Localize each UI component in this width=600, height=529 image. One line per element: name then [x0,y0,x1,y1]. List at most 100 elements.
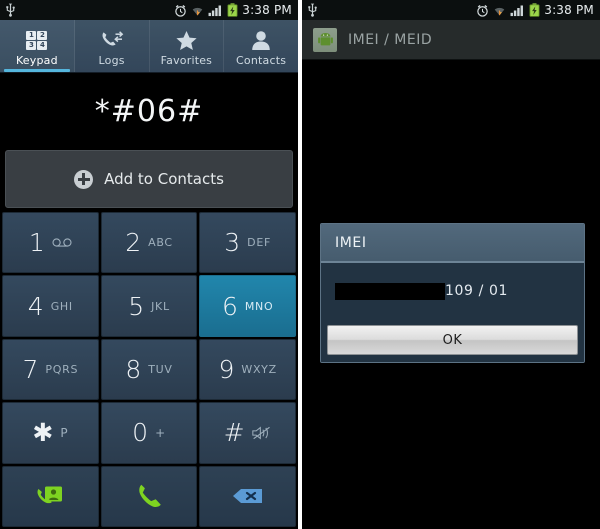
key-3-digit: 3 [224,228,241,258]
key-4[interactable]: 4 GHI [2,275,99,337]
tab-contacts[interactable]: Contacts [224,20,298,72]
usb-icon [308,3,317,17]
imei-screen-title: IMEI / MEID [348,31,433,48]
alarm-clock-icon [477,4,488,17]
key-0-letters: + [155,425,166,440]
wifi-icon [494,7,505,15]
key-7-digit: 7 [22,354,39,384]
wifi-icon [192,7,203,15]
key-7[interactable]: 7 PQRS [2,338,99,401]
imei-dialog: IMEI 109 / 01 OK [320,223,585,363]
key-7-letters: PQRS [45,362,79,376]
screenshot-root: 3:38 PM 1 2 3 4 Keypad Logs Favorites Co… [0,0,600,529]
video-call-icon [37,486,63,504]
tab-favorites[interactable]: Favorites [150,20,225,72]
key-0-digit: 0 [132,418,149,448]
video-call-button[interactable] [2,465,99,527]
dialer-tab-bar: 1 2 3 4 Keypad Logs Favorites Contacts [0,20,298,73]
call-button[interactable] [100,465,198,527]
imei-dialog-footer: OK [321,321,584,362]
imei-redaction-bar [335,282,445,300]
signal-bars-icon [510,4,524,16]
key-9-digit: 9 [218,354,235,384]
key-4-letters: GHI [50,299,73,313]
tab-logs-label: Logs [98,54,125,67]
key-5[interactable]: 5 JKL [100,275,198,337]
imei-action-bar: IMEI / MEID [302,20,600,60]
key-5-digit: 5 [128,291,145,321]
keypad-icon-digit-2: 2 [37,30,48,40]
tab-logs[interactable]: Logs [75,20,150,72]
key-0[interactable]: 0 + [100,402,198,464]
imei-panel: 3:38 PM IMEI / MEID IMEI 109 / 01 OK [302,0,600,529]
dialer-keypad: 1 2 ABC 3 DEF 4 GHI 5 JKL 6 MNO 7 PQRS 8… [0,212,298,529]
person-icon [251,29,271,51]
phone-handset-icon [139,485,161,508]
call-logs-icon [100,29,124,51]
key-1-digit: 1 [28,228,45,258]
key-6-digit: 6 [221,291,238,321]
keypad-icon-digit-3: 3 [26,40,37,50]
keypad-icon-digit-4: 4 [37,40,48,50]
status-bar-left: 3:38 PM [0,0,298,20]
status-bar-right-left-icons [307,3,318,17]
key-6[interactable]: 6 MNO [199,275,296,337]
key-4-digit: 4 [27,291,44,321]
signal-bars-icon [208,4,222,16]
tab-favorites-label: Favorites [160,54,213,67]
key-8-digit: 8 [125,354,142,384]
imei-dialog-title: IMEI [335,234,367,251]
key-hash-digit: # [223,418,245,448]
add-to-contacts-button[interactable]: Add to Contacts [5,150,293,208]
key-8-letters: TUV [148,362,173,376]
backspace-button[interactable] [199,465,296,527]
battery-charging-icon [227,3,238,17]
key-9[interactable]: 9 WXYZ [199,338,296,401]
dialed-number-text: *#06# [94,94,204,129]
plus-circle-icon [74,169,94,189]
key-hash[interactable]: # [199,402,296,464]
status-bar-right-icons-2: 3:38 PM [476,3,596,17]
status-bar-clock: 3:38 PM [544,3,594,17]
imei-dialog-body: 109 / 01 [321,263,584,321]
backspace-icon [232,489,262,504]
status-bar-right-icons: 3:38 PM [174,3,294,17]
key-8[interactable]: 8 TUV [100,338,198,401]
alarm-clock-icon [175,4,186,17]
key-star-digit: ✱ [32,418,54,448]
key-6-letters: MNO [244,299,274,313]
keypad-grid-icon: 1 2 3 4 [26,29,48,51]
add-to-contacts-row: Add to Contacts [0,150,298,212]
tab-keypad[interactable]: 1 2 3 4 Keypad [0,20,75,72]
key-3-letters: DEF [247,236,272,250]
key-1[interactable]: 1 [2,212,99,274]
dialer-panel: 3:38 PM 1 2 3 4 Keypad Logs Favorites Co… [0,0,298,529]
key-3[interactable]: 3 DEF [199,212,296,274]
key-star-letters: P [60,425,69,440]
key-star[interactable]: ✱ P [2,402,99,464]
keypad-icon-digit-1: 1 [26,30,37,40]
imei-value-text: 109 / 01 [445,283,508,299]
dialed-number-display[interactable]: *#06# [0,73,298,150]
tab-keypad-label: Keypad [15,54,58,67]
usb-icon [6,3,15,17]
tab-contacts-label: Contacts [236,54,287,67]
add-to-contacts-label: Add to Contacts [104,170,224,188]
key-2-digit: 2 [125,228,142,258]
key-5-letters: JKL [151,299,170,313]
imei-dialog-ok-button[interactable]: OK [327,325,578,355]
imei-dialog-ok-label: OK [442,332,463,348]
battery-charging-icon [529,3,540,17]
key-2[interactable]: 2 ABC [100,212,198,274]
voicemail-icon [52,238,72,247]
key-2-letters: ABC [148,236,173,250]
key-9-letters: WXYZ [241,362,277,376]
status-bar-left-icons [5,3,16,17]
imei-screen-body: IMEI 109 / 01 OK [302,60,600,529]
status-bar-clock: 3:38 PM [242,3,292,17]
star-icon [175,29,198,51]
status-bar-right: 3:38 PM [302,0,600,20]
imei-dialog-title-bar: IMEI [321,224,584,263]
android-app-icon [313,27,337,52]
mute-icon [251,426,270,440]
